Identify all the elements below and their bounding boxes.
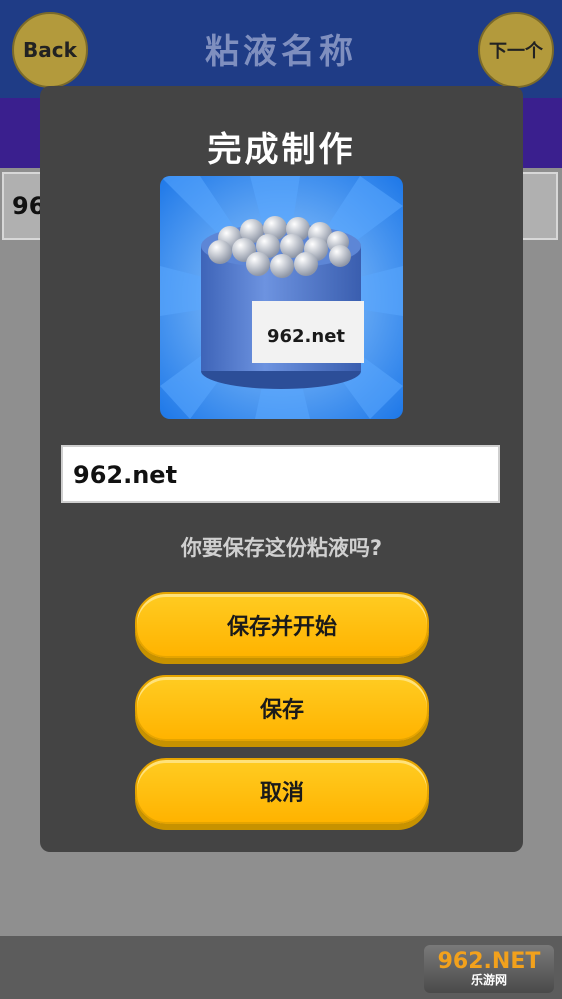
slime-jar-image: 962.net [160,176,403,419]
save-and-start-button[interactable]: 保存并开始 [135,592,429,658]
next-button[interactable]: 下一个 [478,12,554,88]
watermark-top: 962.NET [437,949,541,974]
back-button[interactable]: Back [12,12,88,88]
slime-name-input[interactable]: 962.net [61,445,500,503]
watermark-logo: 962.NET 乐游网 [424,945,554,993]
save-dialog: 完成制作 962.net 962.net 你要保存这份粘液吗? 保存并开始 保存… [40,86,523,852]
save-button[interactable]: 保存 [135,675,429,741]
dialog-title: 完成制作 [207,130,356,170]
save-question: 你要保存这份粘液吗? [180,536,383,560]
watermark-bottom: 乐游网 [470,973,507,987]
jar-label: 962.net [267,326,345,347]
cancel-button[interactable]: 取消 [135,758,429,824]
